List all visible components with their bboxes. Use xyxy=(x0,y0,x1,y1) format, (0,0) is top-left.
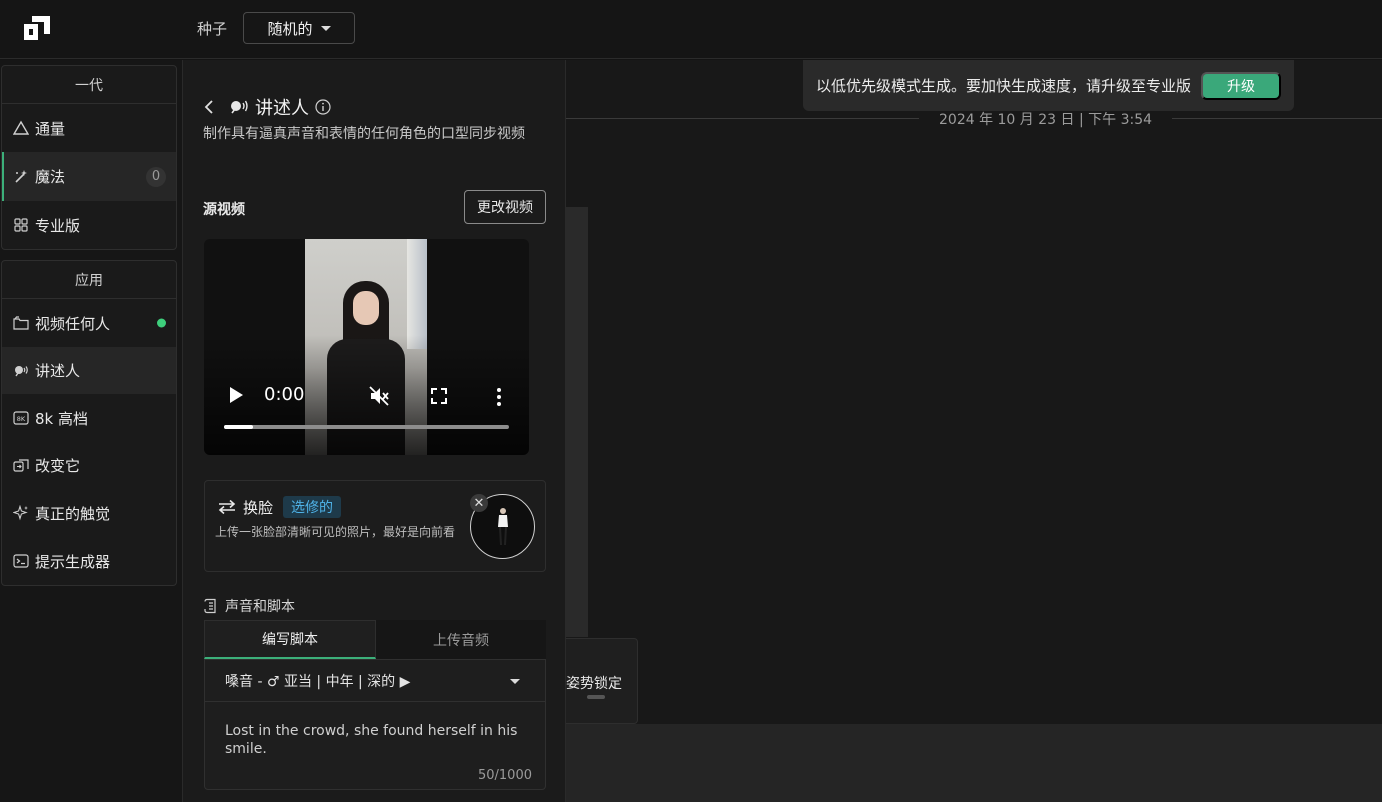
sparkle-icon xyxy=(12,505,29,522)
person-figure xyxy=(498,508,508,546)
panel-description: 制作具有逼真声音和表情的任何角色的口型同步视频 xyxy=(203,126,525,142)
char-counter: 50/1000 xyxy=(477,768,532,783)
change-video-button[interactable]: 更改视频 xyxy=(464,190,546,224)
voice-script-label: 声音和脚本 xyxy=(225,599,295,615)
face-swap-description: 上传一张脸部清晰可见的照片，最好是向前看 xyxy=(215,525,456,539)
voice-selection-value: 嗓音 - ♂ 亚当 | 中年 | 深的 ▶ xyxy=(225,673,411,690)
sidebar-item-label: 讲述人 xyxy=(35,362,81,380)
seed-label: 种子 xyxy=(197,20,228,38)
sidebar-item-pro[interactable]: 专业版 xyxy=(2,201,176,249)
script-editor: 嗓音 - ♂ 亚当 | 中年 | 深的 ▶ Lost in the crowd,… xyxy=(204,659,546,790)
sidebar-item-label: 通量 xyxy=(35,119,66,138)
grid-icon xyxy=(12,217,29,234)
face-swap-title: 换脸 xyxy=(243,498,274,517)
chevron-down-icon xyxy=(320,25,331,31)
script-textarea[interactable]: Lost in the crowd, she found herself in … xyxy=(225,722,525,758)
info-icon[interactable] xyxy=(315,99,331,115)
video-progress-fill xyxy=(224,425,253,429)
status-dot xyxy=(157,318,166,328)
sidebar-item-8k-upscale[interactable]: 8K 8k 高档 xyxy=(2,394,176,442)
terminal-icon xyxy=(12,553,29,570)
triangle-icon xyxy=(12,120,29,137)
tab-write-script[interactable]: 编写脚本 xyxy=(204,620,376,659)
sidebar-item-label: 改变它 xyxy=(35,457,81,475)
svg-text:8K: 8K xyxy=(16,415,25,423)
pose-lock-card[interactable]: 姿势锁定 xyxy=(566,638,638,724)
sidebar-item-magic[interactable]: 魔法 0 xyxy=(2,152,176,201)
drag-handle[interactable] xyxy=(587,695,605,699)
sidebar-item-flux[interactable]: 通量 xyxy=(2,104,176,152)
sidebar-group-header: 应用 xyxy=(2,261,176,299)
bottom-bar xyxy=(566,724,1382,802)
top-bar: 种子 随机的 xyxy=(0,0,1382,59)
panel-header: 讲述人 xyxy=(203,94,331,120)
more-vertical-icon[interactable] xyxy=(496,387,502,407)
toast-message: 以低优先级模式生成。要加快生成速度，请升级至专业版 xyxy=(816,77,1192,95)
magic-wand-icon xyxy=(12,168,29,185)
sidebar-item-prompt-generator[interactable]: 提示生成器 xyxy=(2,537,176,585)
sidebar-item-label: 8k 高档 xyxy=(35,409,88,428)
sidebar-group-apps: 应用 视频任何人 讲述人 8K 8k 高档 改变它 真正的触觉 提示生成器 xyxy=(1,260,177,586)
date-separator-label: 2024 年 10 月 23 日 | 下午 3:54 xyxy=(919,109,1173,129)
chevron-down-icon xyxy=(510,679,520,684)
main-content: 2024 年 10 月 23 日 | 下午 3:54 以低优先级模式生成。要加快… xyxy=(566,60,1382,802)
optional-badge: 选修的 xyxy=(283,496,342,518)
upgrade-button[interactable]: 升级 xyxy=(1201,72,1281,100)
8k-icon: 8K xyxy=(12,410,29,427)
mute-icon[interactable] xyxy=(368,385,390,407)
generated-content-preview[interactable] xyxy=(566,207,588,637)
video-progress-bar[interactable] xyxy=(224,425,509,429)
remove-photo-button[interactable]: ✕ xyxy=(470,494,488,512)
app-logo-icon[interactable] xyxy=(24,16,50,40)
narrator-panel: 讲述人 制作具有逼真声音和表情的任何角色的口型同步视频 源视频 更改视频 0:0… xyxy=(182,60,566,802)
sidebar: 一代 通量 魔法 0 专业版 应用 视频任何人 讲述人 8K 8k 高档 改变它… xyxy=(0,60,182,802)
sidebar-item-label: 魔法 xyxy=(35,168,66,186)
sidebar-item-label: 真正的触觉 xyxy=(35,504,111,523)
video-time: 0:00 xyxy=(264,384,305,405)
count-badge: 0 xyxy=(146,166,166,187)
speaker-person-icon xyxy=(231,100,248,114)
sidebar-group-generation: 一代 通量 魔法 0 专业版 xyxy=(1,65,177,250)
seed-dropdown[interactable]: 随机的 xyxy=(243,12,355,44)
sidebar-item-video-anyone[interactable]: 视频任何人 xyxy=(2,299,176,347)
swap-square-icon xyxy=(12,457,29,474)
sidebar-item-label: 视频任何人 xyxy=(35,314,111,333)
sidebar-item-real-touch[interactable]: 真正的触觉 xyxy=(2,489,176,537)
sidebar-item-narrator[interactable]: 讲述人 xyxy=(2,347,176,394)
seed-value: 随机的 xyxy=(267,19,313,38)
sidebar-group-header: 一代 xyxy=(2,66,176,104)
tab-upload-audio[interactable]: 上传音频 xyxy=(376,620,546,659)
page-title: 讲述人 xyxy=(255,98,309,119)
folder-video-icon xyxy=(12,315,29,332)
script-tabs: 编写脚本 上传音频 xyxy=(204,620,546,659)
priority-notice-toast: 以低优先级模式生成。要加快生成速度，请升级至专业版 升级 xyxy=(803,60,1294,111)
chevron-left-icon[interactable] xyxy=(203,100,215,114)
play-icon[interactable] xyxy=(230,387,243,403)
fullscreen-icon[interactable] xyxy=(430,387,448,405)
pose-lock-label: 姿势锁定 xyxy=(566,676,622,692)
video-player[interactable]: 0:00 xyxy=(204,239,529,455)
sidebar-item-label: 提示生成器 xyxy=(35,552,111,571)
swap-arrows-icon xyxy=(218,499,236,515)
source-video-label: 源视频 xyxy=(203,202,245,218)
face-swap-card[interactable]: 换脸 选修的 上传一张脸部清晰可见的照片，最好是向前看 ✕ xyxy=(204,480,546,572)
speaker-person-icon xyxy=(12,362,29,379)
script-icon xyxy=(204,598,216,614)
sidebar-item-label: 专业版 xyxy=(35,216,81,235)
voice-select-dropdown[interactable]: 嗓音 - ♂ 亚当 | 中年 | 深的 ▶ xyxy=(205,660,545,702)
sidebar-item-change-it[interactable]: 改变它 xyxy=(2,442,176,489)
